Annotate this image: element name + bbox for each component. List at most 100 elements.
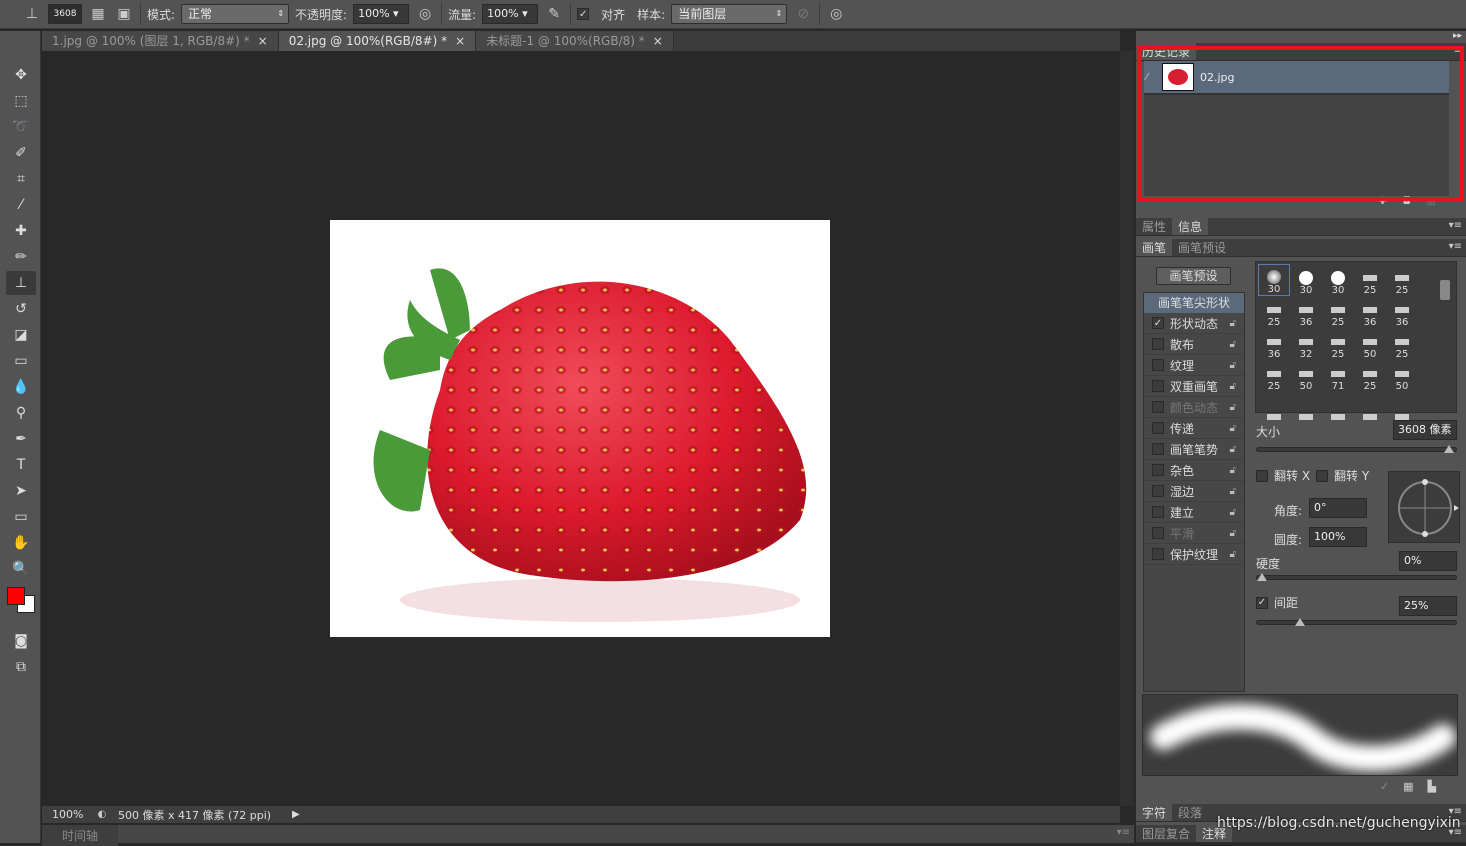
- toggle-hard-bristle-icon[interactable]: ✓: [1380, 780, 1389, 793]
- lock-icon[interactable]: 🔓︎: [1230, 423, 1236, 434]
- lock-icon[interactable]: 🔓︎: [1230, 402, 1236, 413]
- brush-tip[interactable]: 36: [1386, 296, 1418, 328]
- brush-tip[interactable]: 25: [1258, 360, 1290, 392]
- vertical-scrollbar[interactable]: [1120, 51, 1134, 806]
- lock-icon[interactable]: 🔓︎: [1230, 360, 1236, 371]
- slider-thumb[interactable]: [1294, 618, 1305, 626]
- brush-tip[interactable]: 50: [1354, 328, 1386, 360]
- brush-tip[interactable]: 25: [1258, 296, 1290, 328]
- expand-arrow-icon[interactable]: ▶: [292, 809, 300, 820]
- brush-tip[interactable]: 25: [1354, 360, 1386, 392]
- airbrush-icon[interactable]: ✎: [544, 4, 564, 24]
- sample-select[interactable]: 当前图层 ⇕: [671, 4, 788, 24]
- brush-presets-button[interactable]: 画笔预设: [1156, 267, 1231, 285]
- brush-tip-shape-item[interactable]: 画笔笔尖形状: [1144, 293, 1244, 313]
- dodge-tool-icon[interactable]: ⚲: [6, 401, 36, 425]
- quick-mask-icon[interactable]: ◙: [6, 629, 36, 653]
- pen-tool-icon[interactable]: ✒: [6, 427, 36, 451]
- tab-brush[interactable]: 画笔: [1136, 239, 1173, 256]
- brush-tip[interactable]: [1354, 392, 1386, 424]
- size-slider[interactable]: [1256, 445, 1457, 453]
- panel-menu-icon[interactable]: ▾≡: [1117, 827, 1130, 838]
- brush-option-item[interactable]: 湿边 🔓︎: [1144, 481, 1244, 502]
- flip-x-checkbox[interactable]: [1256, 469, 1268, 482]
- lock-icon[interactable]: 🔓︎: [1230, 318, 1236, 329]
- flip-y-checkbox[interactable]: [1316, 469, 1329, 482]
- tab-02-jpg[interactable]: 02.jpg @ 100%(RGB/8#) * ×: [278, 31, 477, 51]
- brush-option-item[interactable]: 传递 🔓︎: [1144, 418, 1244, 439]
- opacity-input[interactable]: 100% ▾: [353, 4, 410, 24]
- brush-tip[interactable]: [1322, 392, 1354, 424]
- tab-layer-comps[interactable]: 图层复合: [1136, 825, 1196, 842]
- gradient-tool-icon[interactable]: ▭: [6, 349, 36, 373]
- option-checkbox[interactable]: [1152, 548, 1164, 560]
- brush-option-item[interactable]: 画笔笔势 🔓︎: [1144, 439, 1244, 460]
- tab-properties[interactable]: 属性: [1136, 218, 1172, 235]
- roundness-input[interactable]: 100%: [1309, 527, 1367, 547]
- path-select-tool-icon[interactable]: ➤: [6, 479, 36, 503]
- document-canvas[interactable]: [330, 220, 830, 637]
- lock-icon[interactable]: 🔓︎: [1230, 486, 1236, 497]
- option-checkbox[interactable]: [1152, 506, 1164, 518]
- brush-tip[interactable]: 71: [1322, 360, 1354, 392]
- angle-roundness-widget[interactable]: [1388, 471, 1460, 543]
- clone-stamp-tool-icon[interactable]: ⊥: [6, 271, 36, 295]
- rectangle-tool-icon[interactable]: ▭: [6, 505, 36, 529]
- brush-tip[interactable]: 30: [1290, 264, 1322, 296]
- option-checkbox[interactable]: [1152, 485, 1164, 497]
- slider-thumb[interactable]: [1444, 445, 1455, 453]
- tab-character[interactable]: 字符: [1136, 804, 1173, 821]
- tab-info[interactable]: 信息: [1172, 218, 1209, 235]
- lock-icon[interactable]: 🔓︎: [1230, 507, 1236, 518]
- spacing-checkbox[interactable]: ✓: [1256, 596, 1268, 609]
- panel-menu-icon[interactable]: ▾≡: [1449, 220, 1462, 231]
- crop-tool-icon[interactable]: ⌗: [6, 167, 36, 191]
- collapse-icon[interactable]: ▸▸: [1136, 31, 1466, 43]
- panel-menu-icon[interactable]: ▾≡: [1449, 241, 1462, 252]
- brush-option-item[interactable]: 散布 🔓︎: [1144, 334, 1244, 355]
- lasso-tool-icon[interactable]: ➰: [6, 115, 36, 139]
- option-checkbox[interactable]: [1152, 380, 1164, 392]
- option-checkbox[interactable]: [1152, 338, 1164, 350]
- history-brush-tool-icon[interactable]: ↺: [6, 297, 36, 321]
- type-tool-icon[interactable]: T: [6, 453, 36, 477]
- ignore-adjustment-icon[interactable]: ⊘: [793, 4, 813, 24]
- slider-thumb[interactable]: [1257, 573, 1267, 581]
- brush-tip[interactable]: 25: [1322, 328, 1354, 360]
- close-icon[interactable]: ×: [455, 34, 465, 48]
- toggle-clone-source-icon[interactable]: ▣: [114, 4, 134, 24]
- brush-tip[interactable]: 36: [1354, 296, 1386, 328]
- brush-tip[interactable]: 36: [1290, 296, 1322, 328]
- blur-tool-icon[interactable]: 💧: [6, 375, 36, 399]
- lock-icon[interactable]: 🔓︎: [1230, 465, 1236, 476]
- brush-option-item[interactable]: 杂色 🔓︎: [1144, 460, 1244, 481]
- brush-tip[interactable]: 25: [1354, 264, 1386, 296]
- brush-tip[interactable]: 30: [1322, 264, 1354, 296]
- zoom-tool-icon[interactable]: 🔍: [6, 557, 36, 581]
- brush-tip[interactable]: 50: [1386, 360, 1418, 392]
- pressure-size-icon[interactable]: ◎: [826, 4, 846, 24]
- brush-tip[interactable]: 25: [1386, 264, 1418, 296]
- lock-icon[interactable]: 🔓︎: [1230, 528, 1236, 539]
- healing-brush-tool-icon[interactable]: ✚: [6, 219, 36, 243]
- lock-icon[interactable]: 🔓︎: [1230, 444, 1236, 455]
- brush-size-picker[interactable]: 3608: [48, 4, 82, 24]
- grid-icon[interactable]: ▦: [1403, 780, 1413, 793]
- tab-untitled-1[interactable]: 未标题-1 @ 100%(RGB/8) * ×: [476, 31, 674, 51]
- size-input[interactable]: 3608 像素: [1393, 420, 1457, 440]
- brush-tip[interactable]: [1258, 392, 1290, 424]
- lock-icon[interactable]: 🔓︎: [1230, 549, 1236, 560]
- close-icon[interactable]: ×: [258, 34, 268, 48]
- brush-tip[interactable]: [1290, 392, 1322, 424]
- hand-tool-icon[interactable]: ✋: [6, 531, 36, 555]
- brush-option-item[interactable]: 双重画笔 🔓︎: [1144, 376, 1244, 397]
- close-icon[interactable]: ×: [653, 34, 663, 48]
- spacing-input[interactable]: 25%: [1399, 596, 1457, 616]
- brush-tip[interactable]: 32: [1290, 328, 1322, 360]
- share-icon[interactable]: ◐: [92, 805, 112, 825]
- tab-1-jpg[interactable]: 1.jpg @ 100% (图层 1, RGB/8#) * ×: [42, 31, 279, 51]
- toggle-brush-panel-icon[interactable]: ▦: [88, 4, 108, 24]
- mode-select[interactable]: 正常 ⇕: [181, 4, 290, 24]
- brush-tool-icon[interactable]: ✏: [6, 245, 36, 269]
- hardness-slider[interactable]: [1256, 573, 1457, 581]
